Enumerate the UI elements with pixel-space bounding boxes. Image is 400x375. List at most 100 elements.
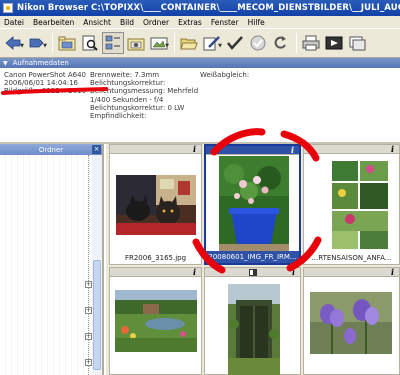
menu-bar: Datei Bearbeiten Ansicht Bild Ordner Ext… [0, 16, 400, 28]
purple-iris-photo [310, 292, 392, 354]
folder-panel-title: Ordner [38, 145, 64, 154]
tree-expand-icon[interactable]: + [85, 333, 92, 340]
folder-scrollbar-thumb[interactable] [93, 260, 101, 370]
info-icon[interactable]: i [391, 268, 394, 277]
forward-button[interactable]: ▼ [26, 32, 48, 54]
window-title: Nikon Browser C:\TOPIXX\____CONTAINER\__… [17, 3, 400, 13]
thumbnail-image [310, 292, 392, 354]
capture-datetime: 2006/06/01 14:04:16 [4, 79, 79, 88]
thumbnail-caption: FR2006_3165.jpg [124, 254, 187, 262]
slideshow-icon [325, 36, 343, 50]
forward-dropdown-icon[interactable]: ▼ [43, 43, 47, 49]
menu-extras[interactable]: Extras [178, 18, 202, 27]
exposure-correction: Belichtungskorrektur: [90, 79, 166, 88]
find-icon [82, 35, 98, 51]
tree-expand-icon[interactable]: + [85, 307, 92, 314]
metadata-view-button[interactable] [102, 32, 124, 54]
toolbar-separator [174, 33, 175, 53]
thumbnail-cell[interactable]: i [204, 267, 301, 375]
pond-garden-photo [115, 290, 197, 352]
thumbnail-image [115, 290, 197, 352]
thumbnail-image [116, 175, 196, 235]
protect-icon [250, 35, 266, 51]
thumbnail-cell[interactable]: i ...RTENSAISON_ANFA... [303, 144, 400, 265]
toolbar-separator [52, 33, 53, 53]
info-icon[interactable]: i [391, 145, 394, 154]
protect-button[interactable] [247, 32, 269, 54]
window-title-bar[interactable]: Nikon Browser C:\TOPIXX\____CONTAINER\__… [0, 0, 400, 16]
thumbnail-cell[interactable]: i [303, 267, 400, 375]
camera-model: Canon PowerShot A640 [4, 71, 87, 79]
focal-length: Brennweite: 7.3mm [90, 71, 160, 79]
metadata-view-icon [105, 35, 120, 50]
info-icon[interactable]: i [292, 268, 295, 277]
edit-dropdown-icon[interactable]: ▼ [218, 43, 222, 49]
thumbnail-cell[interactable]: i [109, 267, 202, 375]
metadata-panel: Canon PowerShot A640 2006/06/01 14:04:16… [0, 68, 400, 142]
tree-expand-icon[interactable]: + [85, 281, 92, 288]
metadata-panel-title: Aufnahmedaten [12, 59, 69, 67]
menu-bearbeiten[interactable]: Bearbeiten [33, 18, 74, 27]
shutter-aperture: 1/400 Sekunden - f/4 [90, 95, 164, 104]
menu-ordner[interactable]: Ordner [143, 18, 169, 27]
folder-scrollbar[interactable] [92, 155, 102, 375]
thumbnail-header: i [110, 145, 201, 154]
open-folder-icon [180, 38, 198, 50]
folder-panel: Ordner × + + + + [0, 144, 104, 375]
metering-mode: Belichtungsmessung: Mehrfeld [90, 87, 199, 96]
thumbnail-image [330, 159, 390, 251]
rotate-icon [274, 36, 286, 49]
image-view-button[interactable]: ▼ [148, 32, 170, 54]
thumbnail-caption: ...RTENSAISON_ANFA... [311, 254, 392, 262]
thumbnail-cell[interactable]: i FR2006_3165.jpg [109, 144, 202, 265]
back-dropdown-icon[interactable]: ▼ [20, 43, 24, 49]
menu-ansicht[interactable]: Ansicht [83, 18, 111, 27]
open-folder-button[interactable] [178, 32, 200, 54]
thumbnail-header: i [110, 268, 201, 277]
app-icon [3, 3, 13, 13]
folder-tree[interactable]: + + + + [0, 155, 102, 375]
menu-fenster[interactable]: Fenster [211, 18, 239, 27]
cats-photo [116, 175, 196, 235]
folder-panel-header: Ordner × [0, 144, 102, 155]
close-folder-panel-icon[interactable]: × [92, 145, 101, 154]
tree-expand-icon[interactable]: + [85, 359, 92, 366]
transfer-button[interactable] [346, 32, 368, 54]
folder-up-icon [58, 36, 76, 51]
metadata-panel-header[interactable]: ▼ Aufnahmedaten [0, 58, 400, 68]
print-button[interactable] [300, 32, 322, 54]
info-icon[interactable]: i [291, 146, 294, 155]
info-icon[interactable]: i [193, 145, 196, 154]
collapse-triangle-icon[interactable]: ▼ [3, 60, 8, 67]
toolbar: ▼ ▼ ▼ ▼ [0, 28, 400, 58]
mark-button[interactable] [224, 32, 246, 54]
metadata-column-whitebalance: Weißabgleich: [200, 71, 249, 79]
transfer-icon [349, 36, 366, 51]
metadata-column-camera: Canon PowerShot A640 2006/06/01 14:04:16… [4, 71, 86, 96]
thumbnail-header: i [205, 268, 300, 277]
thumbnail-header: i [304, 268, 399, 277]
info-icon[interactable]: i [193, 268, 196, 277]
thumbnail-view-icon [127, 38, 145, 51]
folder-up-button[interactable] [56, 32, 78, 54]
thumbnail-cell-selected[interactable]: i 20080601_IMG_FR_IRM... [204, 144, 301, 265]
garden-collage-photo [330, 159, 390, 251]
image-size: Bildgröße: 2112 x 2816 [4, 87, 87, 96]
rotation-marker-icon [249, 269, 257, 276]
back-button[interactable]: ▼ [3, 32, 25, 54]
slideshow-button[interactable] [323, 32, 345, 54]
toolbar-separator [296, 33, 297, 53]
find-button[interactable] [79, 32, 101, 54]
white-balance: Weißabgleich: [200, 71, 250, 79]
thumbnail-header: i [304, 145, 399, 154]
thumbnail-view-button[interactable] [125, 32, 147, 54]
metadata-column-exposure: Brennweite: 7.3mm Belichtungskorrektur: … [90, 71, 198, 120]
menu-datei[interactable]: Datei [4, 18, 24, 27]
menu-hilfe[interactable]: Hilfe [248, 18, 265, 27]
thumbnail-image [228, 284, 280, 375]
print-icon [302, 35, 320, 51]
rotate-button[interactable] [270, 32, 292, 54]
edit-button[interactable]: ▼ [201, 32, 223, 54]
image-view-dropdown-icon[interactable]: ▼ [165, 43, 169, 49]
menu-bild[interactable]: Bild [120, 18, 134, 27]
